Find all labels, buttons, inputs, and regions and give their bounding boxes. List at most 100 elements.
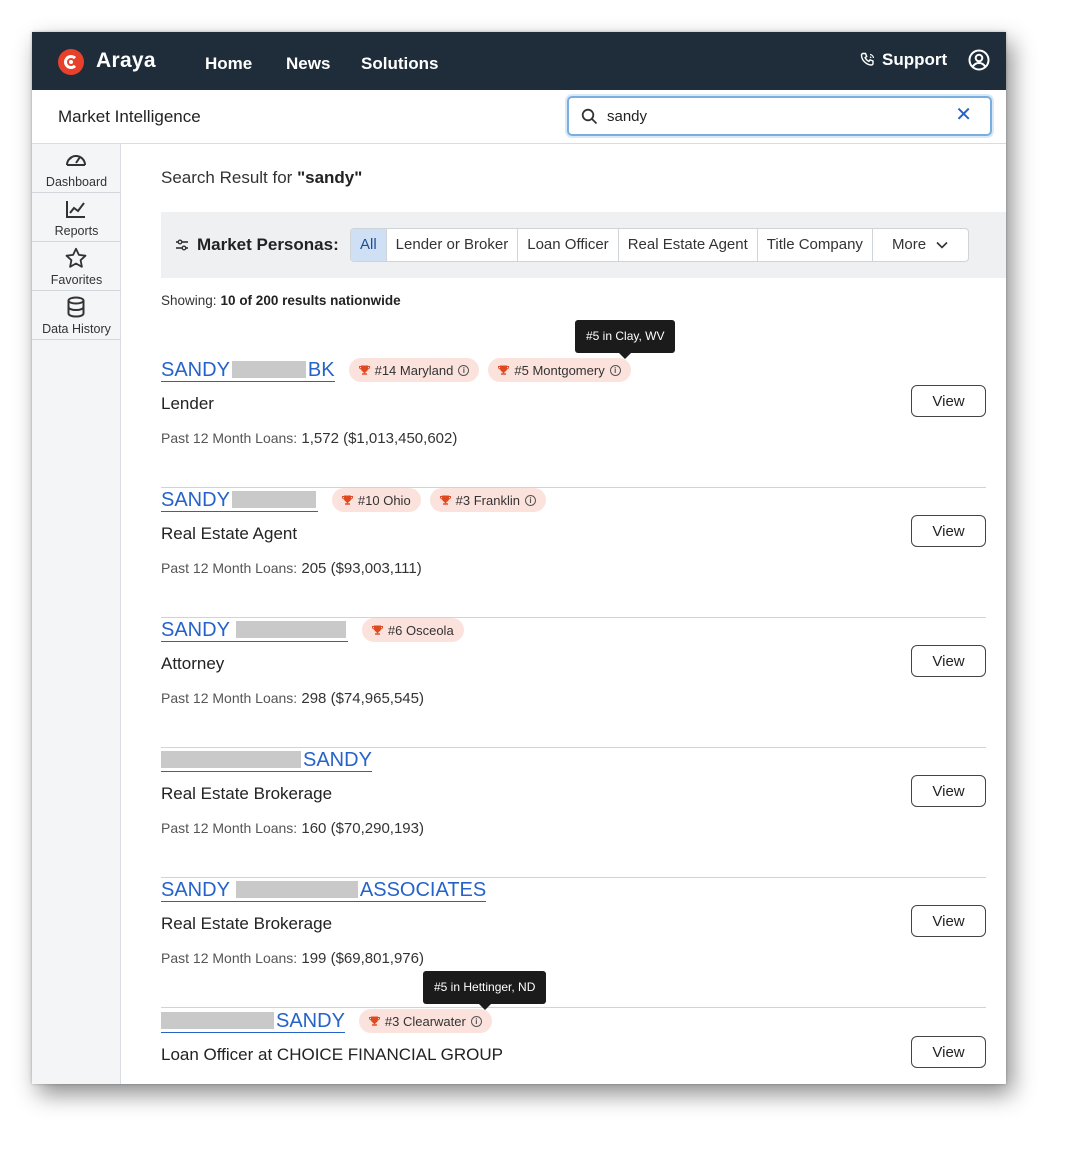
redacted-block xyxy=(235,621,346,638)
result-name-link[interactable]: SANDY xyxy=(161,488,318,512)
chip-title-company[interactable]: Title Company xyxy=(758,229,873,261)
redacted-block xyxy=(161,751,301,768)
view-button[interactable]: View xyxy=(911,1036,986,1068)
redacted-block xyxy=(161,1012,274,1029)
result-name-row: SANDY #10 Ohio #3 Franklin i xyxy=(161,487,546,513)
name-prefix: SANDY xyxy=(161,879,230,901)
sidebar-label-favorites: Favorites xyxy=(50,273,103,287)
loans-label: Past 12 Month Loans: xyxy=(161,950,298,966)
sidebar-item-favorites[interactable]: Favorites xyxy=(32,242,121,291)
persona-chip-group: All Lender or Broker Loan Officer Real E… xyxy=(350,228,970,262)
result-loans: Past 12 Month Loans: 199 ($69,801,976) xyxy=(161,950,424,967)
clear-search-icon[interactable]: ✕ xyxy=(955,105,972,125)
rank-badge-label: #3 Franklin xyxy=(455,492,520,508)
view-button[interactable]: View xyxy=(911,645,986,677)
loans-value: 298 ($74,965,545) xyxy=(301,690,424,707)
info-icon[interactable]: i xyxy=(609,364,621,376)
rank-badge[interactable]: #3 Clearwater i xyxy=(358,1009,492,1033)
rank-badge[interactable]: #5 Montgomery i xyxy=(488,358,631,382)
nav-solutions[interactable]: Solutions xyxy=(361,54,438,74)
result-role: Real Estate Brokerage xyxy=(161,784,333,803)
brand-name[interactable]: Araya xyxy=(96,49,156,73)
trophy-icon xyxy=(371,625,383,635)
result-name-row: SANDY BK #14 Maryland i #5 Montgomery i xyxy=(161,357,631,383)
phone-icon xyxy=(860,52,875,66)
sidebar-label-reports: Reports xyxy=(54,224,99,238)
view-button[interactable]: View xyxy=(911,515,986,547)
chip-more-dropdown[interactable]: More xyxy=(873,229,968,261)
result-heading-query: "sandy" xyxy=(297,168,363,187)
search-icon xyxy=(581,108,598,125)
araya-logo-icon[interactable] xyxy=(58,49,84,75)
loans-value: 160 ($70,290,193) xyxy=(301,820,424,837)
result-name-link[interactable]: SANDY BK xyxy=(161,358,335,382)
result-name-link[interactable]: SANDY xyxy=(161,618,348,642)
view-button[interactable]: View xyxy=(911,385,986,417)
loans-label: Past 12 Month Loans: xyxy=(161,560,298,576)
top-nav: Araya Home News Solutions Support xyxy=(32,32,1006,90)
chevron-down-icon xyxy=(936,241,948,249)
redacted-block xyxy=(231,361,306,378)
result-loans: Past 12 Month Loans: 298 ($74,965,545) xyxy=(161,690,424,707)
chip-real-estate-agent[interactable]: Real Estate Agent xyxy=(619,229,758,261)
result-role: Real Estate Brokerage xyxy=(161,914,333,933)
support-label: Support xyxy=(882,50,948,69)
support-link[interactable]: Support xyxy=(860,50,947,70)
info-icon[interactable]: i xyxy=(458,364,470,376)
view-button[interactable]: View xyxy=(911,905,986,937)
persona-filter-bar: Market Personas: All Lender or Broker Lo… xyxy=(161,212,1006,278)
star-icon xyxy=(65,247,87,268)
info-icon[interactable]: i xyxy=(470,1015,482,1027)
result-role: Loan Officer at CHOICE FINANCIAL GROUP xyxy=(161,1045,503,1064)
loans-value: 205 ($93,003,111) xyxy=(301,560,422,577)
rank-badge[interactable]: #14 Maryland i xyxy=(348,358,480,382)
result-name-row: SANDY #6 Osceola xyxy=(161,617,464,643)
result-row: SANDY #10 Ohio #3 Franklin i Real Estate … xyxy=(161,487,986,618)
rank-badge-label: #5 Montgomery xyxy=(514,362,605,378)
sidebar-item-reports[interactable]: Reports xyxy=(32,193,121,242)
search-result-heading: Search Result for "sandy" xyxy=(161,168,362,188)
result-loans: Past 12 Month Loans: 205 ($93,003,111) xyxy=(161,560,422,577)
name-prefix: SANDY xyxy=(161,359,230,381)
info-icon[interactable]: i xyxy=(524,494,536,506)
trophy-icon xyxy=(368,1016,380,1026)
nav-home[interactable]: Home xyxy=(205,54,252,74)
chip-more-label: More xyxy=(891,236,927,253)
sliders-icon xyxy=(176,239,188,251)
result-role: Lender xyxy=(161,394,214,413)
result-name-link[interactable]: SANDY ASSOCIATES xyxy=(161,878,487,902)
name-suffix: SANDY xyxy=(303,749,372,771)
result-row: SANDY Real Estate Brokerage Past 12 Mont… xyxy=(161,747,986,878)
name-prefix: SANDY xyxy=(161,489,230,511)
trophy-icon xyxy=(439,495,451,505)
search-input[interactable] xyxy=(607,104,947,128)
rank-badge[interactable]: #10 Ohio xyxy=(331,488,421,512)
rank-badge-label: #14 Maryland xyxy=(374,362,454,378)
loans-label: Past 12 Month Loans: xyxy=(161,690,298,706)
sidebar-item-data-history[interactable]: Data History xyxy=(32,291,121,340)
loans-label: Past 12 Month Loans: xyxy=(161,820,298,836)
rank-badge[interactable]: #3 Franklin i xyxy=(429,488,546,512)
chip-lender-or-broker[interactable]: Lender or Broker xyxy=(387,229,519,261)
user-account-icon[interactable] xyxy=(968,49,990,71)
loans-label: Past 12 Month Loans: xyxy=(161,430,298,446)
sidebar-item-dashboard[interactable]: Dashboard xyxy=(32,144,121,193)
result-row: SANDY BK #14 Maryland i #5 Montgomery i Len… xyxy=(161,357,986,488)
name-suffix: SANDY xyxy=(276,1010,345,1032)
sidebar-label-dashboard: Dashboard xyxy=(45,175,108,189)
result-loans: Past 12 Month Loans: 1,572 ($1,013,450,6… xyxy=(161,430,457,447)
nav-news[interactable]: News xyxy=(286,54,330,74)
view-button[interactable]: View xyxy=(911,775,986,807)
redacted-block xyxy=(235,881,358,898)
name-prefix: SANDY xyxy=(161,619,230,641)
result-row: SANDY #6 Osceola Attorney Past 12 Month … xyxy=(161,617,986,748)
result-loans: Past 12 Month Loans: 160 ($70,290,193) xyxy=(161,820,424,837)
name-suffix: ASSOCIATES xyxy=(359,879,487,901)
chip-loan-officer[interactable]: Loan Officer xyxy=(518,229,619,261)
result-name-link[interactable]: SANDY xyxy=(161,748,372,772)
result-name-row: SANDY ASSOCIATES xyxy=(161,877,487,903)
rank-badge[interactable]: #6 Osceola xyxy=(361,618,464,642)
result-heading-prefix: Search Result for xyxy=(161,168,298,187)
result-name-link[interactable]: SANDY xyxy=(161,1009,345,1033)
chip-all[interactable]: All xyxy=(351,229,387,261)
